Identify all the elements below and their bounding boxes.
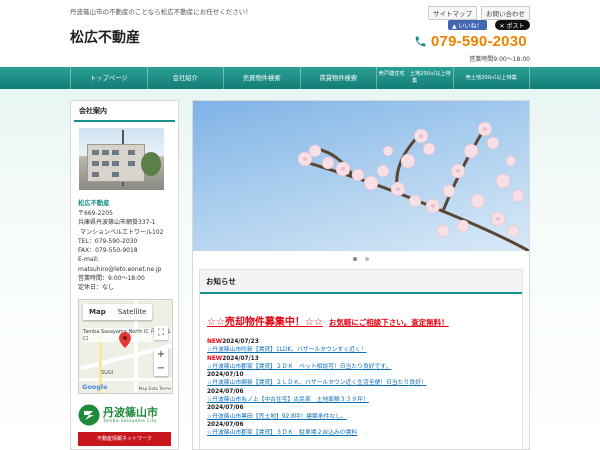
company-info: 〒669-2205 兵庫県丹波篠山市網掛337-1 マンションベルエトワール10… — [78, 209, 171, 293]
nav-company[interactable]: 会社紹介 — [148, 67, 224, 89]
top-links: サイトマップ お問い合わせ — [428, 6, 530, 20]
sitemap-link[interactable]: サイトマップ — [428, 6, 477, 20]
news-date: 2024/07/06 — [207, 388, 244, 395]
sidebar-title: 会社案内 — [74, 101, 175, 122]
nav-land-feature[interactable]: 売土地200㎡以上特集 — [454, 67, 530, 89]
company-building-photo — [79, 128, 164, 190]
news-date-text: 2024/07/13 — [222, 355, 259, 362]
slider-dot-1[interactable] — [353, 257, 357, 261]
email-label: E-mail: — [78, 256, 99, 264]
business-hours: 営業時間9:00～18:00 — [469, 56, 530, 63]
news-item-link[interactable]: ☆丹波篠山市吹新【賃貸】1LDK、バザールタウンすぐ近く！ — [207, 346, 522, 354]
facebook-like-label: いいね！ — [458, 23, 483, 30]
news-item-link[interactable]: ☆丹波篠山市郡家【賃貸】２ＤＫ ペット相談可！日当たり良好です。 — [207, 363, 522, 371]
map-tab-satellite[interactable]: Satellite — [112, 304, 153, 320]
cherry-blossom-image — [297, 121, 529, 251]
nav-house-land-feature[interactable]: 売戸建住宅 土地200㎡以上特集 — [377, 67, 454, 89]
city-name: 丹波篠山市 — [103, 405, 158, 419]
header-tagline: 丹波篠山市の不動産のことなら松広不動産にお任せください！ — [70, 8, 252, 16]
zoom-in-icon[interactable]: + — [154, 348, 168, 362]
news-date: NEW2024/07/23 — [207, 338, 522, 346]
fax: FAX：079-550-9018 — [78, 247, 138, 255]
news-item-link[interactable]: ☆丹波篠山市黒田【売土地】92.8坪！建築条件なし。 — [207, 413, 522, 421]
map-attribution[interactable]: Map Data Terms — [138, 385, 171, 391]
slider-dot-2[interactable] — [365, 257, 369, 261]
google-logo: Google — [82, 382, 108, 391]
news-date: NEW2024/07/13 — [207, 355, 522, 363]
nav-top-page[interactable]: トップページ — [70, 67, 148, 89]
tel: TEL：079-590-2030 — [78, 237, 138, 245]
slider-dots — [193, 257, 529, 261]
sale-campaign-link[interactable]: ☆☆売却物件募集中！☆☆ お気軽にご相談下さい。査定無料！ — [207, 313, 522, 328]
map-tab-map[interactable]: Map — [83, 304, 112, 320]
news-section: お知らせ ☆☆売却物件募集中！☆☆ お気軽にご相談下さい。査定無料！ NEW202… — [199, 269, 523, 450]
network-banner[interactable]: 不動産情報ネットワーク — [78, 431, 171, 446]
city-subtitle: Tamba-Sasayama City — [103, 417, 157, 423]
company-name: 松広不動産 — [78, 200, 110, 207]
facebook-like-button[interactable]: ▲ いいね！ — [448, 20, 487, 30]
google-map[interactable]: Map Satellite Tamba Sasayama North IC 丹南… — [78, 298, 173, 394]
x-post-label: ポスト — [506, 23, 525, 30]
phone-number-text: 079-590-2030 — [431, 33, 527, 50]
phone-number: 079-590-2030 — [414, 33, 527, 50]
campaign-subtitle: お気軽にご相談下さい。査定無料！ — [328, 318, 449, 327]
zoom-out-icon[interactable]: − — [154, 362, 168, 376]
news-date: 2024/07/06 — [207, 405, 244, 412]
fullscreen-icon[interactable]: ⛶ — [154, 325, 168, 340]
social-buttons: ▲ いいね！ ✕ ポスト — [448, 20, 530, 30]
news-title: お知らせ — [200, 270, 522, 294]
nav-sale-search[interactable]: 売買物件検索 — [224, 67, 301, 89]
site-brand[interactable]: 松広不動産 — [70, 27, 140, 47]
map-pin-icon[interactable] — [119, 331, 131, 348]
address-line-2: マンションベルエトワール102 — [80, 228, 164, 236]
email[interactable]: matsuhiro@leto.eonet.ne.jp — [78, 265, 171, 274]
news-date: 2024/07/10 — [207, 372, 244, 379]
map-type-tabs: Map Satellite — [83, 303, 153, 320]
new-badge: NEW — [207, 355, 223, 362]
news-item-link[interactable]: ☆丹波篠山市網掛【賃貸】２ＬＤＫ、バザールタウン近く生活至便！日当たり良好！ — [207, 379, 522, 387]
sidebar: 会社案内 松広不動産 〒669-2205 兵庫県丹波篠山市網掛337-1 マンシ… — [70, 100, 179, 450]
news-list: NEW2024/07/23 ☆丹波篠山市吹新【賃貸】1LDK、バザールタウンすぐ… — [207, 338, 522, 438]
map-zoom-control: + − — [154, 347, 168, 376]
postal-code: 〒669-2205 — [78, 210, 113, 217]
news-item-link[interactable]: ☆丹波篠山市郡家【賃貸】３ＤＫ 駐車場２台込みの賃料 — [207, 429, 522, 437]
city-emblem-icon — [78, 404, 100, 426]
nav-rent-search[interactable]: 賃貸物件検索 — [301, 67, 377, 89]
new-badge: NEW — [207, 339, 223, 345]
holiday: 定休日：なし — [78, 284, 115, 292]
news-date-text: 2024/07/23 — [222, 339, 259, 345]
main-nav: トップページ 会社紹介 売買物件検索 賃貸物件検索 売戸建住宅 土地200㎡以上… — [0, 67, 600, 89]
sidebar-hours: 営業時間：9:00～18:00 — [78, 275, 145, 283]
x-post-button[interactable]: ✕ ポスト — [494, 20, 530, 30]
main-content: お知らせ ☆☆売却物件募集中！☆☆ お気軽にご相談下さい。査定無料！ NEW202… — [192, 100, 530, 450]
phone-icon — [415, 36, 426, 47]
hero-slider-image — [193, 101, 529, 251]
map-area-label: SUGI — [101, 369, 114, 376]
city-logo[interactable]: 丹波篠山市 Tamba-Sasayama City — [78, 404, 171, 426]
contact-link[interactable]: お問い合わせ — [481, 6, 530, 20]
address-line-1: 兵庫県丹波篠山市網掛337-1 — [78, 219, 156, 227]
news-date: 2024/07/06 — [207, 421, 244, 428]
campaign-title: ☆☆売却物件募集中！☆☆ — [207, 317, 323, 328]
news-item-link[interactable]: ☆丹波篠山市糸ノ上【中古住宅】古民家 土地面積３３９坪！ — [207, 396, 522, 404]
